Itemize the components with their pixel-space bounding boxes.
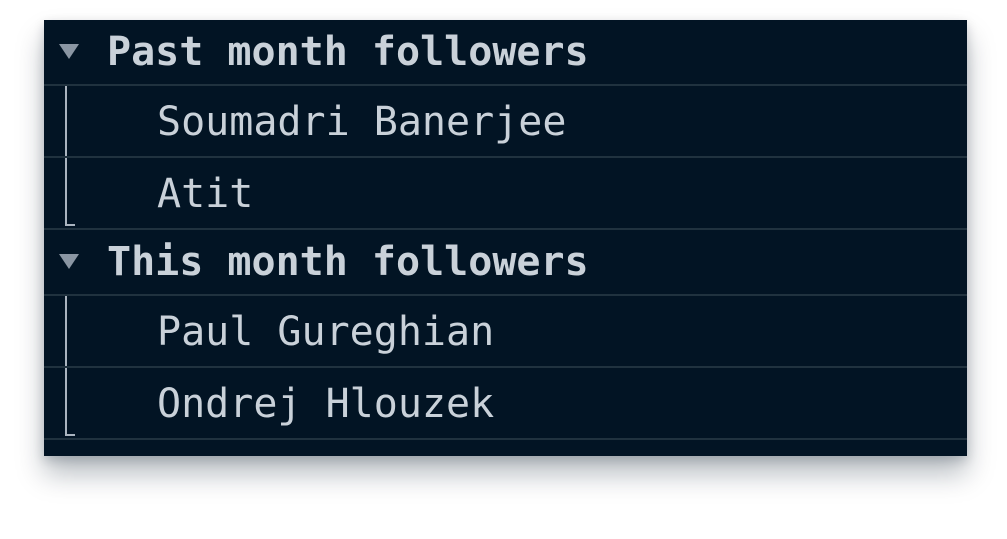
group-header-this-month[interactable]: This month followers — [44, 230, 967, 296]
follower-name: Ondrej Hlouzek — [157, 381, 495, 427]
group-title: Past month followers — [107, 29, 589, 75]
triangle-down-icon[interactable] — [59, 254, 79, 269]
follower-name: Atit — [157, 171, 254, 217]
list-item[interactable]: Soumadri Banerjee — [44, 86, 967, 158]
list-item[interactable]: Ondrej Hlouzek — [44, 368, 967, 440]
triangle-down-icon[interactable] — [59, 44, 79, 59]
group-title: This month followers — [107, 239, 589, 285]
group-this-month: This month followers Paul Gureghian Ondr… — [44, 230, 967, 447]
followers-tree-panel: Past month followers Soumadri Banerjee A… — [44, 20, 967, 456]
follower-name: Soumadri Banerjee — [157, 99, 567, 145]
list-item[interactable]: Atit — [44, 158, 967, 230]
follower-name: Paul Gureghian — [157, 309, 495, 355]
list-item[interactable]: Paul Gureghian — [44, 296, 967, 368]
group-header-past-month[interactable]: Past month followers — [44, 20, 967, 86]
group-past-month: Past month followers Soumadri Banerjee A… — [44, 20, 967, 230]
